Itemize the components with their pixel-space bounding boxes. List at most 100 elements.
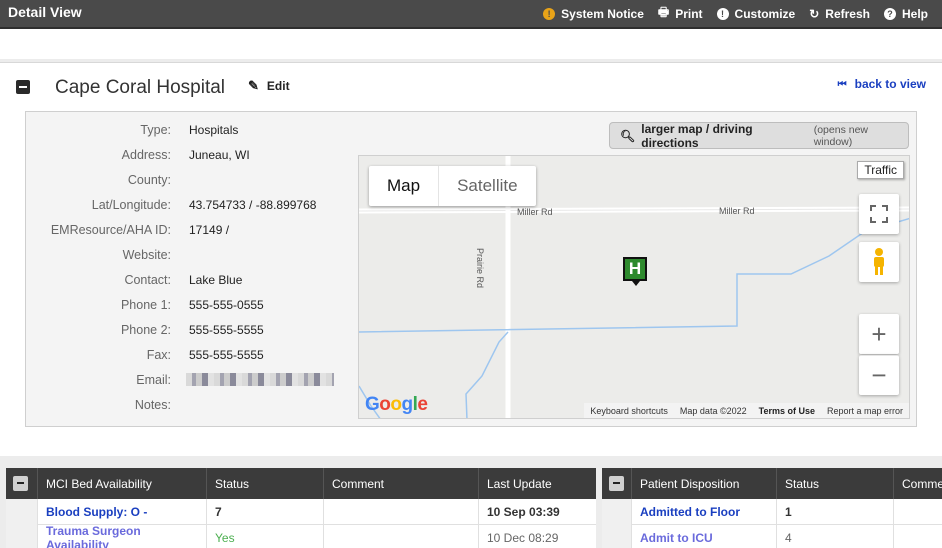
column-header[interactable]: Status: [777, 468, 894, 499]
keyboard-shortcuts-link[interactable]: Keyboard shortcuts: [584, 406, 674, 416]
logo-letter: G: [365, 394, 380, 415]
row-name: Admitted to Floor: [640, 505, 740, 519]
refresh-icon: ↻: [809, 6, 820, 21]
row-gutter: [602, 525, 632, 548]
header-toggle-cell: [6, 468, 38, 499]
back-icon: ⏮: [837, 78, 847, 90]
fullscreen-icon: [870, 205, 888, 223]
row-name-link[interactable]: Admitted to Floor: [632, 499, 777, 525]
road-label: Prairie Rd: [475, 248, 485, 289]
patient-disposition-table: Patient Disposition Status Comme Admitte…: [602, 468, 942, 548]
field-value: Juneau, WI: [189, 148, 250, 162]
logo-letter: o: [379, 394, 391, 415]
map-view[interactable]: Miller Rd Miller Rd Prairie Rd Map Satel…: [358, 155, 910, 419]
row-name-link[interactable]: Admit to ICU: [632, 525, 777, 548]
column-header[interactable]: Last Update: [479, 468, 596, 499]
email-value-redacted: [186, 373, 334, 386]
row-gutter: [602, 499, 632, 525]
map-footer: Keyboard shortcuts Map data ©2022 Terms …: [584, 403, 909, 418]
road-label: Miller Rd: [517, 207, 553, 217]
field-value: 555-555-5555: [189, 348, 264, 362]
map-type-map-button[interactable]: Map: [369, 166, 438, 206]
field-label: Fax:: [146, 348, 171, 362]
refresh-label: Refresh: [825, 6, 870, 21]
larger-map-button[interactable]: 🔍︎ larger map / driving directions (open…: [609, 122, 909, 150]
collapse-toggle-icon[interactable]: [13, 476, 28, 491]
refresh-button[interactable]: ↻ Refresh: [809, 7, 870, 21]
map-type-control: Map Satellite: [369, 166, 536, 206]
logo-letter: o: [390, 394, 402, 415]
column-header[interactable]: Comme: [894, 468, 942, 499]
alert-icon: !: [543, 7, 556, 20]
row-name: Blood Supply: O -: [46, 505, 148, 519]
plus-icon: +: [871, 318, 887, 349]
field-label: Notes:: [134, 398, 171, 412]
customize-button[interactable]: ! Customize: [716, 6, 796, 21]
row-name-link[interactable]: Blood Supply: O -: [38, 499, 207, 525]
row-comment: [324, 525, 479, 548]
help-icon: ?: [883, 7, 896, 20]
field-value: 17149 /: [189, 223, 230, 237]
column-header[interactable]: MCI Bed Availability: [38, 468, 207, 499]
column-header[interactable]: Comment: [324, 468, 479, 499]
google-logo: Google: [365, 394, 428, 416]
field-label: Address:: [121, 148, 171, 162]
system-notice-button[interactable]: ! System Notice: [543, 7, 644, 21]
terms-of-use-link[interactable]: Terms of Use: [753, 406, 821, 416]
customize-icon: !: [716, 7, 729, 20]
row-status: Yes: [207, 525, 324, 548]
hospital-marker-label: H: [628, 259, 642, 278]
help-label: Help: [901, 6, 928, 21]
field-label: Lat/Longitude:: [91, 198, 171, 212]
header-toggle-cell: [602, 468, 632, 499]
collapse-toggle-icon[interactable]: [16, 80, 30, 94]
back-to-view-link[interactable]: ⏮ back to view: [838, 77, 926, 91]
column-header[interactable]: Patient Disposition: [632, 468, 777, 499]
printer-icon: 🖶: [657, 5, 670, 19]
field-value: 555-555-0555: [189, 298, 264, 312]
print-button[interactable]: 🖶 Print: [658, 3, 703, 24]
traffic-button[interactable]: Traffic: [857, 161, 904, 179]
logo-letter: e: [417, 394, 428, 415]
row-gutter: [6, 525, 38, 548]
row-last-update: 10 Sep 03:39: [487, 505, 560, 519]
table-row: Trauma Surgeon Availability Yes 10 Dec 0…: [6, 524, 596, 548]
help-button[interactable]: ? Help: [883, 6, 928, 21]
field-value: 43.754733 / -88.899768: [189, 198, 317, 212]
back-label: back to view: [854, 77, 926, 91]
mci-bed-availability-table: MCI Bed Availability Status Comment Last…: [6, 468, 596, 548]
edit-label: Edit: [266, 79, 290, 93]
field-label: Type:: [140, 123, 171, 137]
zoom-out-button[interactable]: −: [859, 355, 899, 395]
field-value: Hospitals: [189, 123, 239, 137]
road-label: Miller Rd: [719, 206, 755, 216]
hospital-marker[interactable]: H: [623, 257, 647, 286]
top-bar: Detail View ! System Notice 🖶 Print ! Cu…: [0, 0, 942, 29]
field-label: Website:: [122, 248, 171, 262]
edit-button[interactable]: ✎ Edit: [248, 78, 290, 94]
facility-name: Cape Coral Hospital: [55, 77, 226, 98]
facility-detail-panel: Cape Coral Hospital ✎ Edit ⏮ back to vie…: [0, 62, 942, 456]
fullscreen-button[interactable]: [859, 194, 899, 234]
row-last-update: 10 Dec 08:29: [487, 531, 559, 545]
map-type-satellite-button[interactable]: Satellite: [438, 166, 535, 206]
system-notice-label: System Notice: [561, 6, 644, 21]
row-comment: [324, 499, 479, 525]
spacer: [0, 456, 942, 466]
street-view-pegman[interactable]: [859, 242, 899, 282]
field-label: Phone 2:: [120, 323, 171, 337]
search-icon: 🔍︎: [620, 128, 636, 143]
field-label: EMResource/AHA ID:: [50, 223, 171, 237]
zoom-in-button[interactable]: +: [859, 314, 899, 354]
table-row: Blood Supply: O - 7 10 Sep 03:39: [6, 499, 596, 525]
report-map-error-link[interactable]: Report a map error: [821, 406, 909, 416]
field-value: 555-555-5555: [189, 323, 264, 337]
spacer: [0, 29, 942, 59]
app-title: Detail View: [8, 4, 82, 20]
row-status: 1: [777, 499, 894, 525]
row-name-link[interactable]: Trauma Surgeon Availability: [38, 524, 207, 548]
field-label: County:: [127, 173, 171, 187]
collapse-toggle-icon[interactable]: [609, 476, 624, 491]
customize-label: Customize: [734, 6, 796, 21]
column-header[interactable]: Status: [207, 468, 324, 499]
